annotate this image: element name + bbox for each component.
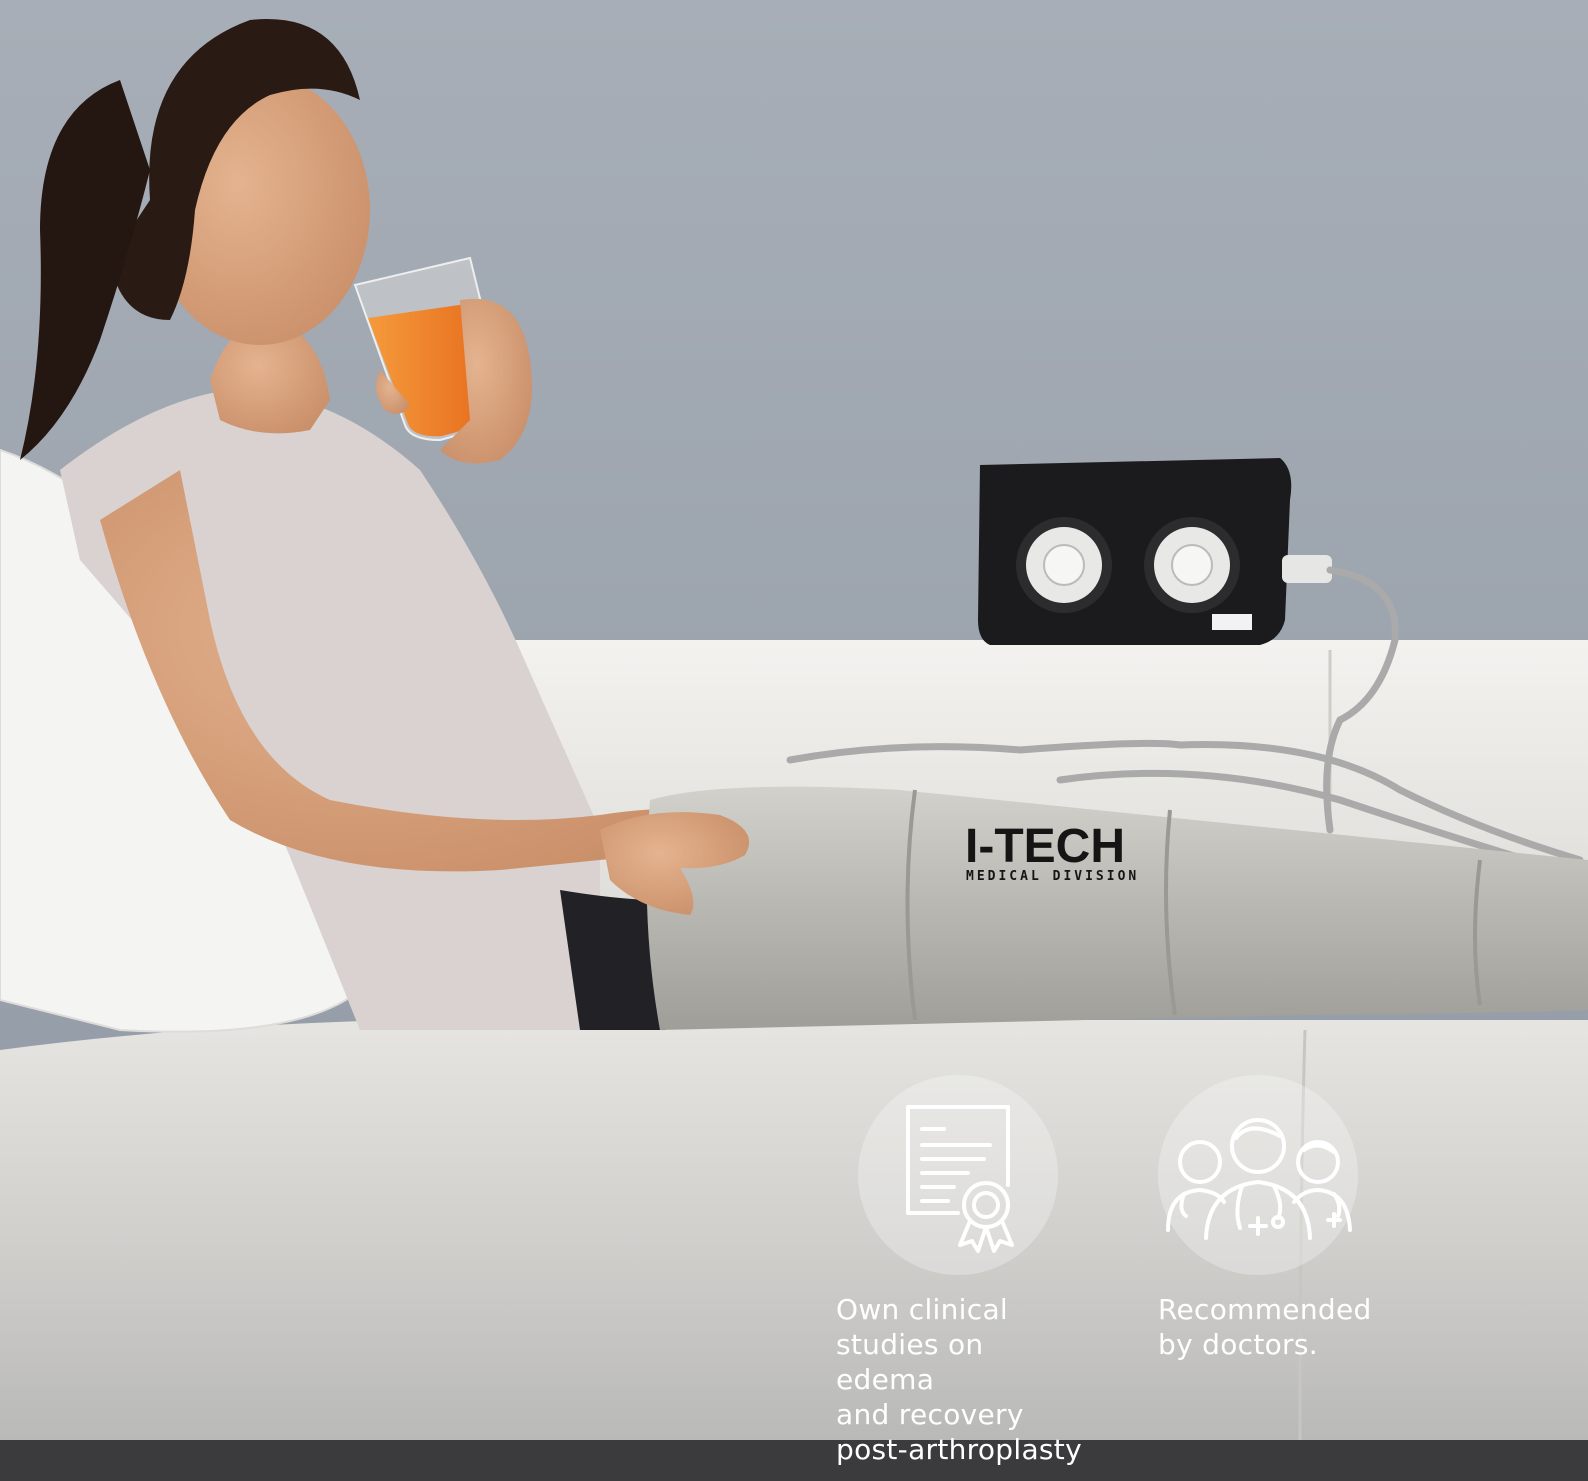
feature-line: and recovery — [836, 1398, 1024, 1431]
feature-badge-clinical-studies — [858, 1075, 1058, 1275]
feature-line: edema — [836, 1363, 935, 1396]
feature-text-clinical-studies: Own clinical studies on edema and recove… — [836, 1292, 1082, 1467]
feature-line: studies on — [836, 1328, 984, 1361]
brand-logo-subtext: MEDICAL DIVISION — [966, 869, 1139, 884]
pressotherapy-device — [978, 458, 1332, 645]
feature-badge-doctors — [1158, 1075, 1358, 1275]
brand-logo: I-TECH — [965, 820, 1125, 873]
doctors-icon — [1166, 1118, 1352, 1240]
certificate-icon — [906, 1105, 1014, 1253]
feature-line: Own clinical — [836, 1293, 1008, 1326]
feature-line: post-arthroplasty — [836, 1433, 1082, 1466]
hero-photo: I-TECH MEDICAL DIVISION — [0, 0, 1588, 1481]
feature-line: Recommended — [1158, 1293, 1372, 1326]
feature-line: by doctors. — [1158, 1328, 1318, 1361]
feature-text-doctors: Recommended by doctors. — [1158, 1292, 1372, 1362]
